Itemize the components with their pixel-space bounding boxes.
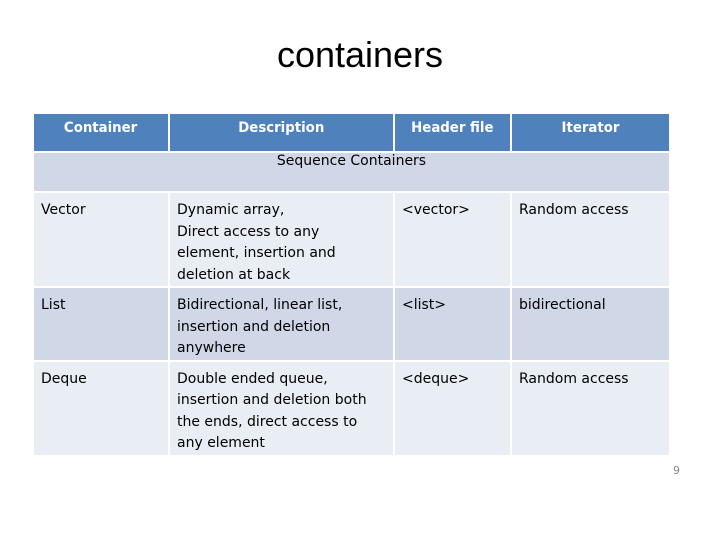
table-row: List Bidirectional, linear list, inserti…: [34, 288, 669, 360]
description-line: element, insertion and: [177, 245, 336, 261]
cell-container: Vector: [41, 202, 86, 218]
description-line: insertion and deletion both: [177, 392, 367, 408]
cell-description: Double ended queue, insertion and deleti…: [170, 362, 393, 455]
description-line: any element: [177, 435, 265, 451]
description-line: the ends, direct access to: [177, 413, 358, 430]
slide-title: containers: [276, 34, 444, 75]
description-line: insertion and deletion: [177, 318, 331, 335]
table-header-row: Container Description Header file Iterat…: [34, 114, 669, 151]
cell-header-file: <deque>: [402, 370, 470, 387]
cell-iterator: Random access: [519, 370, 629, 387]
table-row: Vector Dynamic array, Direct access to a…: [34, 193, 669, 286]
cell-container: Deque: [41, 370, 87, 387]
cell-header-file: <vector>: [402, 202, 470, 218]
cell-description: Bidirectional, linear list, insertion an…: [170, 288, 393, 360]
cell-header-file: <list>: [402, 297, 447, 313]
cell-description: Dynamic array, Direct access to any elem…: [170, 193, 393, 286]
description-line: deletion at back: [177, 266, 291, 283]
description-line: Double ended queue,: [177, 370, 328, 387]
header-container: Container: [34, 114, 168, 151]
header-iterator: Iterator: [512, 114, 669, 151]
description-line: Direct access to any: [177, 223, 320, 240]
table-row: Deque Double ended queue, insertion and …: [34, 361, 669, 455]
cell-iterator: Random access: [519, 202, 629, 218]
section-label: Sequence Containers: [34, 153, 669, 191]
description-line: anywhere: [177, 340, 246, 356]
page-number: 9: [673, 464, 680, 477]
description-line: Dynamic array,: [177, 202, 285, 218]
description-line: Bidirectional, linear list,: [177, 297, 343, 313]
header-header-file: Header file: [395, 114, 510, 151]
containers-table: Container Description Header file Iterat…: [32, 112, 671, 457]
section-row: Sequence Containers: [34, 153, 669, 191]
cell-container: List: [41, 297, 66, 313]
header-description: Description: [170, 114, 393, 151]
cell-iterator: bidirectional: [519, 297, 606, 313]
